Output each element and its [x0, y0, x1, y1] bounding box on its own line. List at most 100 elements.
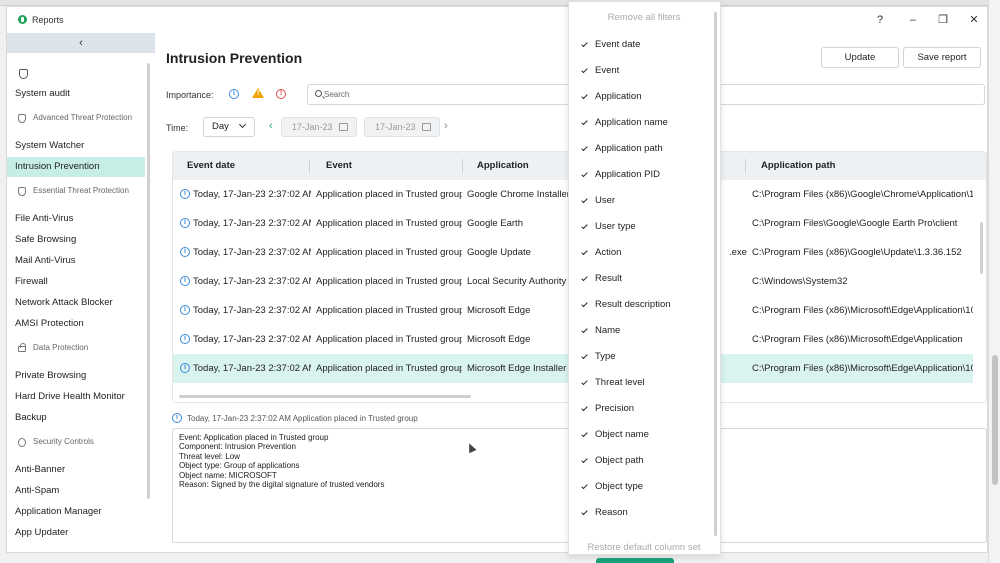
- bottom-action-button[interactable]: [596, 558, 674, 563]
- column-option-label: Application path: [595, 143, 663, 154]
- sidebar-section-security-controls: Security Controls: [7, 433, 145, 451]
- period-value: Day: [212, 121, 229, 132]
- cell-application: Google Update: [467, 247, 531, 258]
- sidebar-item-anti-banner[interactable]: Anti-Banner: [7, 460, 145, 480]
- info-icon: i: [180, 276, 190, 286]
- cell-event-date: Today, 17-Jan-23 2:37:02 AM: [193, 305, 311, 316]
- sidebar-item-firewall[interactable]: Firewall: [7, 272, 145, 292]
- column-option-label: Precision: [595, 403, 635, 414]
- cell-event-date: Today, 17-Jan-23 2:37:02 AM: [193, 247, 311, 258]
- shield-icon[interactable]: [19, 69, 28, 79]
- column-option-reason[interactable]: Reason: [569, 502, 714, 524]
- warning-filter-icon[interactable]: !: [252, 88, 264, 98]
- check-icon: [581, 118, 588, 126]
- column-chooser-menu: Remove all filters Event date Event Appl…: [568, 1, 721, 555]
- column-option-event[interactable]: Event: [569, 60, 714, 82]
- shield-icon: [18, 187, 26, 196]
- next-day-button[interactable]: ›: [444, 120, 448, 132]
- column-option-object-name[interactable]: Object name: [569, 424, 714, 446]
- sidebar-item-application-manager[interactable]: Application Manager: [7, 502, 145, 522]
- info-icon: i: [180, 305, 190, 315]
- cell-event: Application placed in Trusted group: [316, 218, 462, 229]
- sidebar-item-private-browsing[interactable]: Private Browsing: [7, 366, 145, 386]
- save-report-button[interactable]: Save report: [903, 47, 981, 68]
- sidebar-item-anti-spam[interactable]: Anti-Spam: [7, 481, 145, 501]
- sidebar-item-mail-anti-virus[interactable]: Mail Anti-Virus: [7, 251, 145, 271]
- column-option-user-type[interactable]: User type: [569, 216, 714, 238]
- check-icon: [581, 274, 588, 282]
- period-select[interactable]: Day: [203, 117, 255, 137]
- search-icon: [315, 90, 322, 97]
- date-from-field[interactable]: 17-Jan-23: [281, 117, 357, 137]
- column-option-name[interactable]: Name: [569, 320, 714, 342]
- cell-application: Local Security Authority Pro: [467, 276, 577, 287]
- cell-event-date: Today, 17-Jan-23 2:37:02 AM: [193, 218, 311, 229]
- cell-application: Microsoft Edge Installer: [467, 363, 567, 374]
- sidebar-item-file-anti-virus[interactable]: File Anti-Virus: [7, 209, 145, 229]
- column-option-label: User: [595, 195, 616, 206]
- collapse-sidebar-button[interactable]: ‹: [7, 33, 155, 53]
- column-option-action[interactable]: Action: [569, 242, 714, 264]
- column-option-application-name[interactable]: Application name: [569, 112, 714, 134]
- sidebar-item-intrusion-prevention[interactable]: Intrusion Prevention: [7, 157, 145, 177]
- date-to-field[interactable]: 17-Jan-23: [364, 117, 440, 137]
- column-option-application[interactable]: Application: [569, 86, 714, 108]
- remove-all-filters-item[interactable]: Remove all filters: [569, 12, 719, 23]
- background-scrollbar-thumb[interactable]: [992, 355, 998, 485]
- restore-default-columns-item[interactable]: Restore default column set: [569, 542, 719, 553]
- details-header: i Today, 17-Jan-23 2:37:02 AM Applicatio…: [172, 413, 418, 423]
- section-label: Security Controls: [33, 437, 94, 446]
- sidebar-item-amsi-protection[interactable]: AMSI Protection: [7, 314, 145, 334]
- sidebar-item-backup[interactable]: Backup: [7, 408, 145, 428]
- column-separator[interactable]: [309, 159, 310, 173]
- column-header-application-path[interactable]: Application path: [761, 152, 835, 180]
- cell-application-path: C:\Program Files (x86)\Google\Update\1.3…: [752, 247, 962, 258]
- column-separator[interactable]: [745, 159, 746, 173]
- sidebar-scrollbar[interactable]: [147, 63, 150, 499]
- column-separator[interactable]: [462, 159, 463, 173]
- column-option-result[interactable]: Result: [569, 268, 714, 290]
- column-header-event-date[interactable]: Event date: [187, 152, 235, 180]
- error-filter-icon[interactable]: !: [276, 89, 286, 99]
- column-header-application[interactable]: Application: [477, 152, 529, 180]
- sidebar-item-hard-drive-health[interactable]: Hard Drive Health Monitor: [7, 387, 145, 407]
- column-option-event-date[interactable]: Event date: [569, 34, 714, 56]
- check-icon: [581, 248, 588, 256]
- column-option-label: Object name: [595, 429, 649, 440]
- update-button[interactable]: Update: [821, 47, 899, 68]
- section-label: Essential Threat Protection: [33, 186, 129, 195]
- maximize-button[interactable]: ❐: [933, 11, 953, 29]
- column-option-type[interactable]: Type: [569, 346, 714, 368]
- column-option-user[interactable]: User: [569, 190, 714, 212]
- calendar-icon: [339, 123, 348, 131]
- table-vertical-scrollbar[interactable]: [980, 222, 983, 274]
- close-button[interactable]: ✕: [964, 11, 984, 29]
- table-horizontal-scrollbar[interactable]: [179, 395, 471, 398]
- column-option-threat-level[interactable]: Threat level: [569, 372, 714, 394]
- sidebar-item-safe-browsing[interactable]: Safe Browsing: [7, 230, 145, 250]
- column-option-object-path[interactable]: Object path: [569, 450, 714, 472]
- sidebar-item-system-watcher[interactable]: System Watcher: [7, 136, 145, 156]
- help-button[interactable]: ?: [870, 11, 890, 29]
- date-from-value: 17-Jan-23: [292, 122, 333, 132]
- info-icon: i: [180, 334, 190, 344]
- section-label: Data Protection: [33, 343, 89, 352]
- sidebar-item-system-audit[interactable]: System audit: [7, 84, 145, 104]
- column-option-object-type[interactable]: Object type: [569, 476, 714, 498]
- column-option-application-path[interactable]: Application path: [569, 138, 714, 160]
- info-filter-icon[interactable]: i: [229, 89, 239, 99]
- column-header-event[interactable]: Event: [326, 152, 352, 180]
- minimize-button[interactable]: –: [903, 11, 923, 29]
- column-option-application-pid[interactable]: Application PID: [569, 164, 714, 186]
- cell-application: Google Chrome Installer: [467, 189, 570, 200]
- sidebar-item-app-updater[interactable]: App Updater: [7, 523, 145, 543]
- column-option-label: Reason: [595, 507, 628, 518]
- column-option-precision[interactable]: Precision: [569, 398, 714, 420]
- background-scrollbar[interactable]: [988, 0, 1000, 563]
- previous-day-button[interactable]: ‹: [269, 120, 273, 132]
- column-option-result-description[interactable]: Result description: [569, 294, 714, 316]
- info-icon: i: [180, 189, 190, 199]
- sidebar-item-network-attack-blocker[interactable]: Network Attack Blocker: [7, 293, 145, 313]
- column-option-label: Result: [595, 273, 622, 284]
- menu-scrollbar[interactable]: [714, 12, 717, 536]
